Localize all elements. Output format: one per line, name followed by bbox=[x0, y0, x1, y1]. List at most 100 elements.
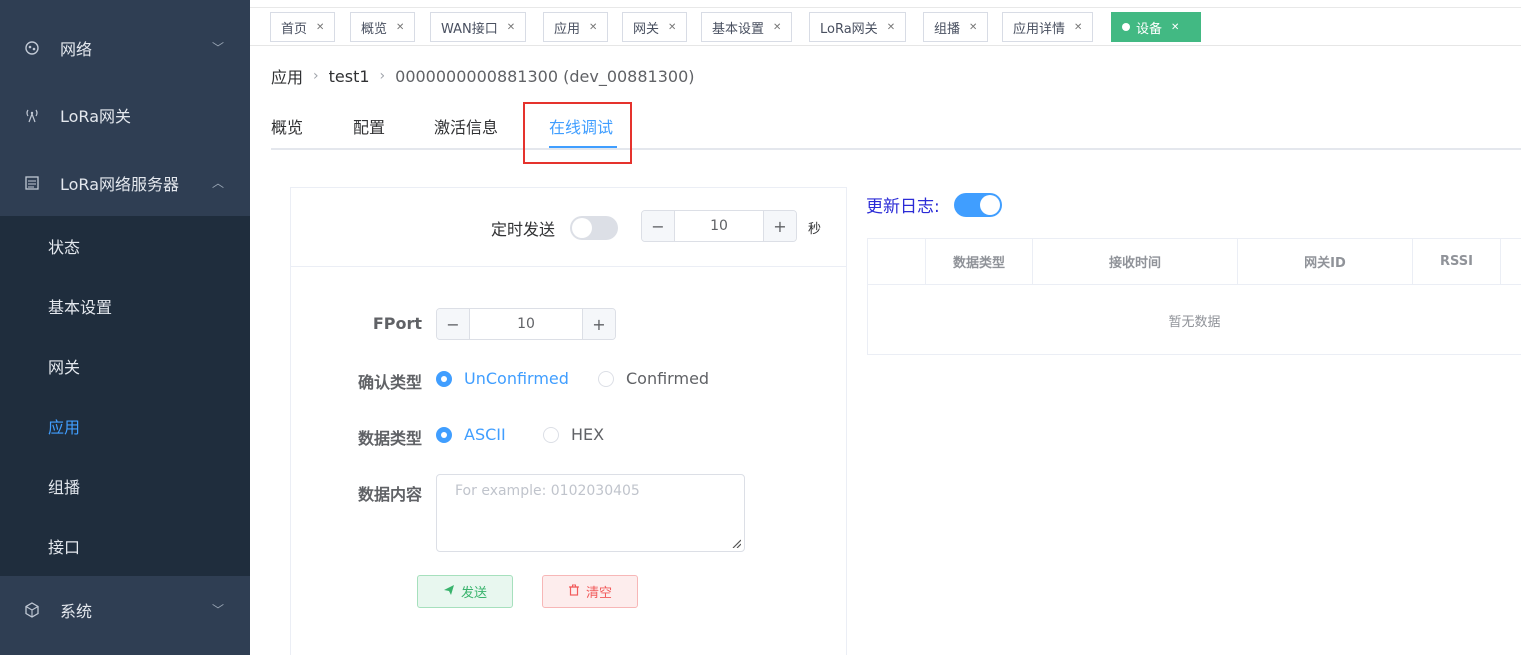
tab-activation[interactable]: 激活信息 bbox=[434, 114, 498, 138]
sidebar-item-network[interactable]: 网络 ﹀ bbox=[0, 14, 250, 81]
tag-wan[interactable]: WAN接口 ✕ bbox=[430, 12, 527, 42]
clear-label: 清空 bbox=[585, 586, 612, 601]
sidebar-item-status[interactable]: 状态 bbox=[0, 216, 250, 276]
close-icon[interactable]: ✕ bbox=[1171, 22, 1179, 33]
trash-icon bbox=[568, 584, 580, 599]
close-icon[interactable]: ✕ bbox=[507, 22, 515, 33]
chevron-up-icon: ︿ bbox=[211, 176, 224, 190]
radio-empty-icon bbox=[543, 426, 559, 443]
sidebar-item-system[interactable]: 系统 ﹀ bbox=[0, 576, 250, 643]
sidebar-item-basic-settings[interactable]: 基本设置 bbox=[0, 276, 250, 336]
breadcrumb-device: 0000000000881300 (dev_00881300) bbox=[395, 66, 695, 86]
breadcrumb-app[interactable]: test1 bbox=[329, 67, 370, 86]
tag-label: 设备 bbox=[1136, 21, 1163, 37]
system-icon bbox=[24, 601, 40, 618]
radio-checked-icon bbox=[436, 370, 452, 387]
sidebar-item-interface[interactable]: 接口 bbox=[0, 516, 250, 576]
tag-label: 应用详情 bbox=[1013, 21, 1066, 37]
radio-unconfirmed[interactable]: UnConfirmed bbox=[436, 369, 569, 388]
data-content-label: 数据内容 bbox=[357, 485, 422, 504]
sidebar-item-application[interactable]: 应用 bbox=[0, 396, 250, 456]
tag-device[interactable]: 设备 ✕ bbox=[1111, 12, 1201, 42]
sidebar-item-lora-server[interactable]: LoRa网络服务器 ︿ bbox=[0, 149, 250, 216]
tag-basic-settings[interactable]: 基本设置 ✕ bbox=[701, 12, 793, 42]
sidebar-item-label: 状态 bbox=[48, 238, 81, 257]
breadcrumb-root[interactable]: 应用 bbox=[271, 64, 303, 88]
empty-text: 暂无数据 bbox=[1168, 314, 1221, 330]
close-icon[interactable]: ✕ bbox=[969, 22, 977, 33]
tag-home[interactable]: 首页 ✕ bbox=[270, 12, 336, 42]
close-icon[interactable]: ✕ bbox=[396, 22, 404, 33]
interval-value[interactable]: 10 bbox=[675, 211, 763, 241]
tag-label: 首页 bbox=[281, 21, 308, 37]
plus-icon[interactable]: + bbox=[582, 309, 615, 339]
input-placeholder: For example: 0102030405 bbox=[455, 483, 640, 499]
network-icon bbox=[24, 40, 40, 56]
tag-label: 基本设置 bbox=[712, 21, 765, 37]
close-icon[interactable]: ✕ bbox=[1074, 22, 1082, 33]
log-title: 更新日志: bbox=[866, 197, 940, 217]
tag-label: 组播 bbox=[934, 21, 961, 37]
chevron-right-icon: › bbox=[379, 68, 386, 84]
tab-overview[interactable]: 概览 bbox=[271, 114, 303, 138]
table-header-rssi[interactable]: RSSI bbox=[1413, 239, 1501, 284]
sidebar-item-label: 应用 bbox=[48, 418, 81, 437]
active-dot-icon bbox=[1122, 23, 1130, 31]
tag-app-detail[interactable]: 应用详情 ✕ bbox=[1002, 12, 1094, 42]
resize-handle-icon[interactable] bbox=[731, 538, 741, 548]
clear-button[interactable]: 清空 bbox=[542, 575, 638, 608]
page-tabs: 概览 配置 激活信息 在线调试 bbox=[271, 106, 1521, 150]
tag-label: 网关 bbox=[633, 21, 660, 37]
fport-stepper[interactable]: − 10 + bbox=[436, 308, 616, 340]
close-icon[interactable]: ✕ bbox=[668, 22, 676, 33]
close-icon[interactable]: ✕ bbox=[589, 22, 597, 33]
plus-icon[interactable]: + bbox=[763, 211, 796, 241]
sidebar-item-label: 系统 bbox=[60, 601, 93, 621]
table-header-time[interactable]: 接收时间 bbox=[1033, 239, 1238, 284]
close-icon[interactable]: ✕ bbox=[887, 22, 895, 33]
data-type-label: 数据类型 bbox=[357, 429, 422, 448]
timer-switch[interactable] bbox=[570, 216, 618, 240]
antenna-icon bbox=[24, 107, 40, 123]
switch-knob bbox=[980, 195, 1000, 215]
log-table: 数据类型 接收时间 网关ID RSSI 暂无数据 bbox=[867, 238, 1521, 355]
close-icon[interactable]: ✕ bbox=[773, 22, 781, 33]
tag-multicast[interactable]: 组播 ✕ bbox=[923, 12, 989, 42]
radio-label: ASCII bbox=[464, 425, 506, 444]
table-header-gateway-id[interactable]: 网关ID bbox=[1238, 239, 1413, 284]
sidebar-item-gateway[interactable]: 网关 bbox=[0, 336, 250, 396]
sidebar-item-label: LoRa网络服务器 bbox=[60, 174, 179, 194]
radio-hex[interactable]: HEX bbox=[543, 425, 604, 444]
send-button[interactable]: 发送 bbox=[417, 575, 513, 608]
data-content-input[interactable]: For example: 0102030405 bbox=[436, 474, 745, 552]
interval-unit: 秒 bbox=[808, 222, 822, 237]
tag-application[interactable]: 应用 ✕ bbox=[543, 12, 609, 42]
table-header-data-type[interactable]: 数据类型 bbox=[926, 239, 1033, 284]
sidebar-item-lora-gateway[interactable]: LoRa网关 bbox=[0, 81, 250, 148]
sidebar: 网络 ﹀ LoRa网关 LoRa网络服务器 ︿ 状态 基本设置 网关 应用 组播… bbox=[0, 0, 250, 655]
chevron-right-icon: › bbox=[313, 68, 319, 84]
timer-label: 定时发送 bbox=[491, 220, 556, 239]
minus-icon[interactable]: − bbox=[642, 211, 675, 241]
close-icon[interactable]: ✕ bbox=[316, 22, 324, 33]
minus-icon[interactable]: − bbox=[437, 309, 470, 339]
log-switch[interactable] bbox=[954, 193, 1002, 217]
tab-config[interactable]: 配置 bbox=[353, 114, 385, 138]
tag-gateway[interactable]: 网关 ✕ bbox=[622, 12, 688, 42]
radio-label: Confirmed bbox=[626, 369, 710, 388]
tag-label: 概览 bbox=[361, 21, 388, 37]
radio-empty-icon bbox=[598, 370, 614, 387]
tag-overview[interactable]: 概览 ✕ bbox=[350, 12, 416, 42]
tag-label: 应用 bbox=[554, 21, 581, 37]
radio-ascii[interactable]: ASCII bbox=[436, 425, 506, 444]
interval-stepper[interactable]: − 10 + bbox=[641, 210, 797, 242]
sidebar-submenu: 状态 基本设置 网关 应用 组播 接口 bbox=[0, 216, 250, 576]
tag-lora-gateway[interactable]: LoRa网关 ✕ bbox=[809, 12, 907, 42]
confirm-type-label: 确认类型 bbox=[357, 373, 422, 392]
radio-confirmed[interactable]: Confirmed bbox=[598, 369, 709, 388]
radio-label: HEX bbox=[571, 425, 605, 444]
sidebar-item-label: 基本设置 bbox=[48, 298, 113, 317]
fport-value[interactable]: 10 bbox=[470, 309, 582, 339]
sidebar-item-multicast[interactable]: 组播 bbox=[0, 456, 250, 516]
sidebar-item-label: 接口 bbox=[48, 538, 81, 557]
